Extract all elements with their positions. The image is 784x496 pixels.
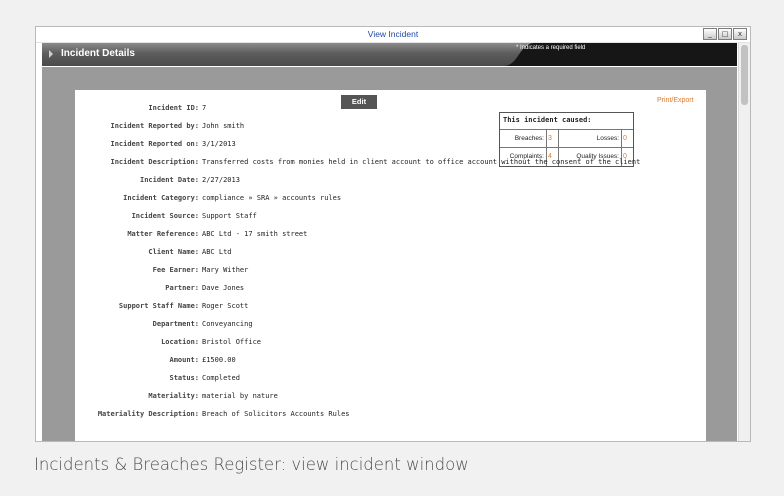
field-label: Materiality Description: [97, 410, 199, 418]
expand-triangle-icon[interactable] [49, 50, 53, 58]
field-label: Incident Reported by: [110, 122, 199, 130]
field-label: Amount: [169, 356, 199, 364]
window-titlebar[interactable]: View Incident _ □ x [36, 27, 750, 43]
field-row-location: Location: Bristol Office [75, 338, 706, 356]
field-row-reported-on: Incident Reported on: 3/1/2013 [75, 140, 706, 158]
field-value: 2/27/2013 [202, 176, 240, 184]
field-value: Transferred costs from monies held in cl… [202, 158, 641, 166]
field-row-source: Incident Source: Support Staff [75, 212, 706, 230]
field-value: Support Staff [202, 212, 257, 220]
figure-caption: Incidents & Breaches Register: view inci… [34, 455, 469, 474]
field-label: Materiality: [148, 392, 199, 400]
field-label: Location: [161, 338, 199, 346]
incident-window: View Incident _ □ x Incident Details * I… [35, 26, 751, 442]
field-value: Dave Jones [202, 284, 245, 292]
field-label: Incident Category: [123, 194, 199, 202]
window-controls: _ □ x [703, 28, 747, 40]
field-value: material by nature [202, 392, 278, 400]
field-label: Partner: [165, 284, 199, 292]
field-row-materiality-description: Materiality Description: Breach of Solic… [75, 410, 706, 428]
minimize-button[interactable]: _ [703, 28, 717, 40]
field-row-partner: Partner: Dave Jones [75, 284, 706, 302]
scrollbar-thumb[interactable] [741, 45, 748, 105]
field-value: 3/1/2013 [202, 140, 236, 148]
field-row-description: Incident Description: Transferred costs … [75, 158, 706, 176]
field-label: Incident Source: [131, 212, 199, 220]
field-row-incident-date: Incident Date: 2/27/2013 [75, 176, 706, 194]
field-value: John smith [202, 122, 245, 130]
field-label: Fee Earner: [152, 266, 199, 274]
field-label: Incident ID: [148, 104, 199, 112]
incident-panel: Edit Print/Export This incident caused: … [75, 90, 706, 441]
field-value: ABC Ltd [202, 248, 232, 256]
field-row-materiality: Materiality: material by nature [75, 392, 706, 410]
field-label: Support Staff Name: [118, 302, 199, 310]
field-row-support-staff: Support Staff Name: Roger Scott [75, 302, 706, 320]
field-label: Department: [152, 320, 199, 328]
field-row-reported-by: Incident Reported by: John smith [75, 122, 706, 140]
field-row-fee-earner: Fee Earner: Mary Wither [75, 266, 706, 284]
field-value: Conveyancing [202, 320, 253, 328]
field-label: Client Name: [148, 248, 199, 256]
field-label: Incident Reported on: [110, 140, 199, 148]
field-label: Incident Description: [110, 158, 199, 166]
field-label: Status: [169, 374, 199, 382]
field-row-client-name: Client Name: ABC Ltd [75, 248, 706, 266]
window-title: View Incident [367, 29, 419, 39]
print-export-link[interactable]: Print/Export [657, 97, 694, 104]
field-value: Completed [202, 374, 240, 382]
field-value: 7 [202, 104, 207, 112]
field-value: compliance » SRA » accounts rules [202, 194, 342, 202]
field-value: ABC Ltd - 17 smith street [202, 230, 308, 238]
field-value: £1500.00 [202, 356, 236, 364]
field-value: Bristol Office [202, 338, 262, 346]
field-row-status: Status: Completed [75, 374, 706, 392]
field-value: Breach of Solicitors Accounts Rules [202, 410, 350, 418]
maximize-button[interactable]: □ [718, 28, 732, 40]
field-row-amount: Amount: £1500.00 [75, 356, 706, 374]
vertical-scrollbar[interactable] [738, 43, 750, 441]
field-value: Mary Wither [202, 266, 249, 274]
content-area: Edit Print/Export This incident caused: … [42, 67, 737, 441]
close-button[interactable]: x [733, 28, 747, 40]
section-title: Incident Details [61, 48, 135, 59]
field-row-incident-id: Incident ID: 7 [75, 104, 706, 122]
field-label: Matter Reference: [127, 230, 199, 238]
field-row-category: Incident Category: compliance » SRA » ac… [75, 194, 706, 212]
field-value: Roger Scott [202, 302, 249, 310]
field-row-department: Department: Conveyancing [75, 320, 706, 338]
required-field-note: * Indicates a required field [516, 45, 586, 51]
field-row-matter-reference: Matter Reference: ABC Ltd - 17 smith str… [75, 230, 706, 248]
field-label: Incident Date: [139, 176, 199, 184]
